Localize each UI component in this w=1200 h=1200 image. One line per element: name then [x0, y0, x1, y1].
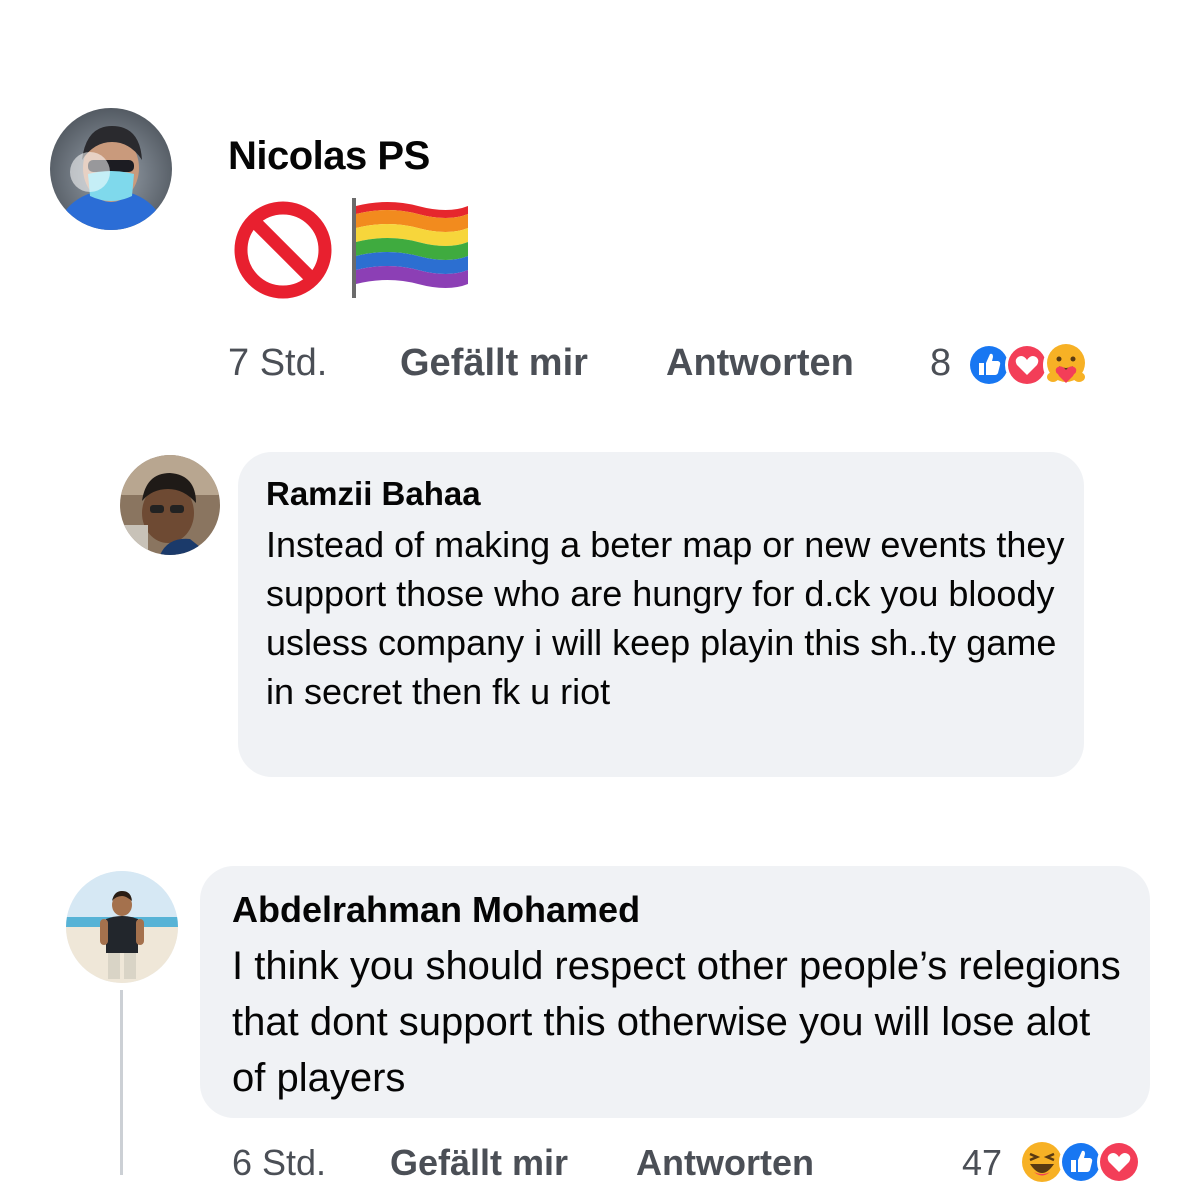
- reply-button[interactable]: Antworten: [636, 1142, 814, 1184]
- like-button[interactable]: Gefällt mir: [390, 1142, 568, 1184]
- thread-connector-line: [120, 990, 123, 1175]
- love-reaction-icon: [1096, 1139, 1142, 1185]
- reaction-count[interactable]: 8: [930, 342, 951, 385]
- comment-content: [228, 192, 478, 304]
- avatar[interactable]: [120, 455, 220, 555]
- comment-bubble: Ramzii Bahaa Instead of making a beter m…: [238, 452, 1084, 777]
- reply-button[interactable]: Antworten: [666, 342, 854, 385]
- care-reaction-icon: [1042, 341, 1090, 389]
- comment-thread: Nicolas PS 7 Std. Gefällt mir Antworten …: [0, 0, 1200, 1200]
- comment-actions: 7 Std. Gefällt mir Antworten 8: [228, 335, 1128, 391]
- comment-timestamp[interactable]: 7 Std.: [228, 342, 327, 385]
- comment-author[interactable]: Abdelrahman Mohamed: [232, 888, 1120, 932]
- avatar[interactable]: [66, 871, 178, 983]
- reaction-count[interactable]: 47: [962, 1142, 1002, 1184]
- comment-author[interactable]: Ramzii Bahaa: [266, 474, 1054, 514]
- rainbow-flag-icon: [352, 198, 468, 298]
- comment-timestamp[interactable]: 6 Std.: [232, 1142, 326, 1184]
- like-button[interactable]: Gefällt mir: [400, 342, 588, 385]
- comment-text: I think you should respect other people’…: [232, 944, 1121, 1100]
- comment-text: Instead of making a beter map or new eve…: [266, 524, 1065, 712]
- reaction-icons[interactable]: [966, 341, 1090, 389]
- comment-bubble: Abdelrahman Mohamed I think you should r…: [200, 866, 1150, 1118]
- reaction-icons[interactable]: [1018, 1138, 1142, 1186]
- avatar[interactable]: [50, 108, 172, 230]
- prohibited-icon: [234, 201, 332, 299]
- comment-actions: 6 Std. Gefällt mir Antworten 47: [232, 1138, 1162, 1188]
- comment-author[interactable]: Nicolas PS: [228, 134, 430, 179]
